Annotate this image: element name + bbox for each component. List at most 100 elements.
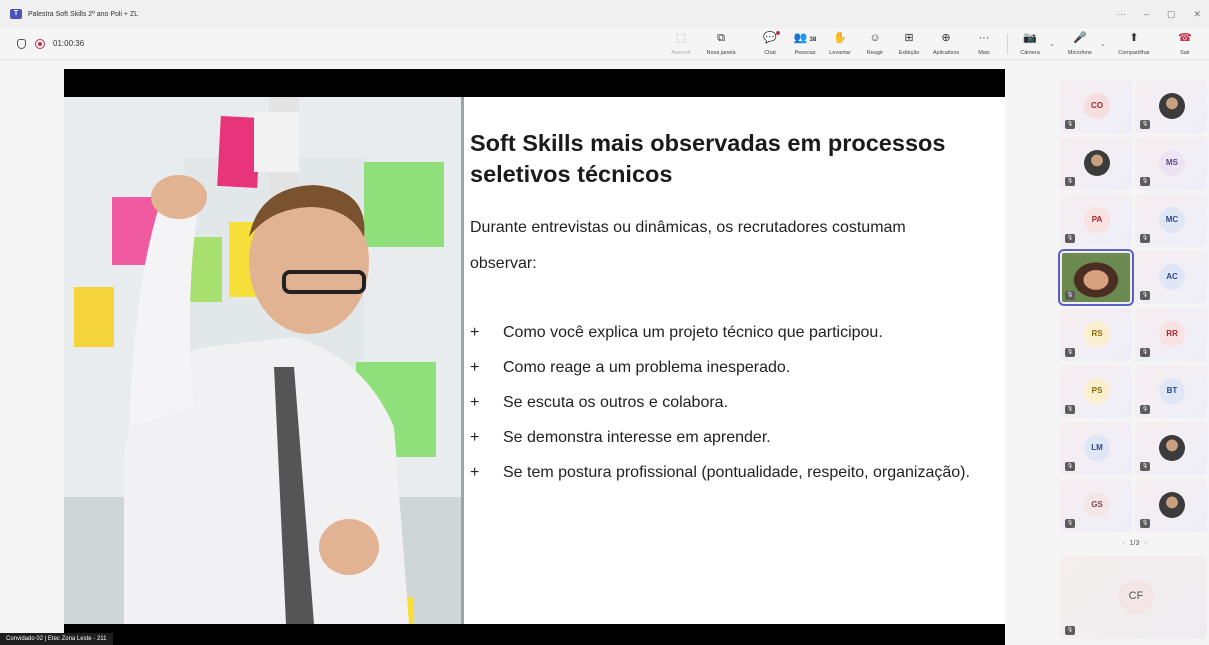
- slide-intro-text: Durante entrevistas ou dinâmicas, os rec…: [470, 219, 906, 272]
- aplicativos-button[interactable]: ⊕ Aplicativos: [926, 30, 966, 56]
- participant-count: 38: [809, 37, 817, 43]
- nova-janela-button[interactable]: ⧉ Nova janela: [701, 30, 741, 56]
- mic-off-icon: 🎙: [1065, 120, 1075, 129]
- leave-call-icon: ☎: [1178, 32, 1192, 44]
- participant-avatar: MC: [1159, 207, 1185, 233]
- participant-avatar: [1159, 435, 1185, 461]
- participant-tile[interactable]: CO 🎙: [1060, 80, 1132, 133]
- self-avatar: CF: [1118, 578, 1154, 614]
- pager-label: 1/3: [1129, 540, 1140, 547]
- participant-tile[interactable]: AC 🎙: [1135, 251, 1207, 304]
- pessoas-button[interactable]: 👥 38 Pessoas: [785, 30, 825, 56]
- close-icon[interactable]: ✕: [1193, 9, 1201, 20]
- sair-label: Sair: [1180, 50, 1190, 56]
- shared-slide: Soft Skills mais observadas em processos…: [64, 69, 1005, 645]
- participant-avatar: PS: [1084, 378, 1110, 404]
- chat-button[interactable]: 💬 Chat: [750, 30, 790, 56]
- people-glyph: 👥: [793, 32, 808, 44]
- mic-off-icon: 🎙: [1065, 234, 1075, 243]
- pager-prev-icon[interactable]: ‹: [1122, 540, 1124, 547]
- participant-avatar: PA: [1084, 207, 1110, 233]
- chat-unread-dot: [775, 31, 780, 35]
- mic-off-icon: 🎙: [1065, 348, 1075, 357]
- title-bar: T Palestra Soft Skills 2º ano Poli + ZL …: [0, 0, 1209, 28]
- participant-avatar: CO: [1084, 93, 1110, 119]
- bullet-text: Se demonstra interesse em aprender.: [503, 429, 771, 446]
- meeting-timer: 01:00:36: [53, 39, 85, 48]
- participant-tile[interactable]: MC 🎙: [1135, 194, 1207, 247]
- exibicao-label: Exibição: [898, 50, 920, 56]
- camera-options-chevron-icon[interactable]: ⌄: [1049, 40, 1055, 48]
- minimize-icon[interactable]: –: [1144, 9, 1149, 19]
- window-more-icon[interactable]: ···: [1117, 9, 1126, 19]
- mic-off-icon: 🎙: [1065, 291, 1075, 300]
- participant-tile[interactable]: 🎙: [1135, 422, 1207, 475]
- raise-hand-icon: ✋: [833, 32, 847, 44]
- bullet-plus-icon: +: [470, 429, 480, 446]
- sticky-notes-photo-illustration: [64, 97, 461, 624]
- participant-tile[interactable]: LM 🎙: [1060, 422, 1132, 475]
- participant-tile[interactable]: RS 🎙: [1060, 308, 1132, 361]
- mic-off-icon: 🎙: [1065, 405, 1075, 414]
- exibicao-button[interactable]: ⊞ Exibição: [889, 30, 929, 56]
- participant-tile[interactable]: PA 🎙: [1060, 194, 1132, 247]
- shield-icon[interactable]: [17, 39, 26, 49]
- chat-icon: 💬: [763, 30, 780, 46]
- teams-logo-icon: T: [10, 9, 22, 19]
- assumir-label: Assumir: [671, 50, 691, 56]
- meeting-toolbar: 01:00:36 ⬚ Assumir ⧉ Nova janela 💬 Chat …: [0, 28, 1209, 60]
- camera-button[interactable]: 📷 Câmera: [1010, 30, 1050, 56]
- participant-avatar: BT: [1159, 378, 1185, 404]
- mic-off-icon: 🎙: [1140, 120, 1150, 129]
- compartilhar-button[interactable]: ⬆ Compartilhar: [1114, 30, 1154, 56]
- participant-tile[interactable]: 🎙: [1135, 479, 1207, 532]
- participant-avatar: MS: [1159, 150, 1185, 176]
- toolbar-divider: [1007, 34, 1008, 54]
- maximize-icon[interactable]: ▢: [1167, 9, 1176, 20]
- slide-bullet: + Como reage a um problema inesperado.: [470, 350, 995, 385]
- mic-off-icon: 🎙: [1140, 234, 1150, 243]
- participant-tile[interactable]: MS 🎙: [1135, 137, 1207, 190]
- mic-off-icon: 🎙: [1140, 177, 1150, 186]
- sair-button[interactable]: ☎ Sair: [1165, 30, 1205, 56]
- mic-off-icon: 🎙: [1065, 177, 1075, 186]
- assumir-icon: ⬚: [675, 32, 687, 44]
- people-icon: 👥 38: [794, 30, 816, 46]
- self-view-tile[interactable]: CF 🎙: [1060, 556, 1207, 639]
- participant-tile[interactable]: 🎙: [1058, 249, 1134, 306]
- slide-bullet: + Como você explica um projeto técnico qu…: [470, 315, 995, 350]
- slide-title: Soft Skills mais observadas em processos…: [470, 130, 946, 187]
- bullet-plus-icon: +: [470, 464, 480, 481]
- participant-avatar: [1159, 93, 1185, 119]
- assumir-button[interactable]: ⬚ Assumir: [661, 30, 701, 56]
- bullet-plus-icon: +: [470, 359, 480, 376]
- react-icon: ☺: [869, 32, 881, 44]
- mic-options-chevron-icon[interactable]: ⌄: [1100, 40, 1106, 48]
- camera-label: Câmera: [1020, 50, 1040, 56]
- compartilhar-label: Compartilhar: [1118, 50, 1150, 56]
- participant-tile[interactable]: GS 🎙: [1060, 479, 1132, 532]
- window-controls: ··· – ▢ ✕: [1117, 0, 1201, 28]
- participant-avatar: GS: [1084, 492, 1110, 518]
- chat-glyph: 💬: [763, 32, 777, 44]
- mais-button[interactable]: ··· Mais: [964, 30, 1004, 56]
- mic-off-icon: 🎙: [1140, 348, 1150, 357]
- apps-icon: ⊕: [941, 32, 951, 44]
- participant-tile[interactable]: 🎙: [1060, 137, 1132, 190]
- participant-tile[interactable]: BT 🎙: [1135, 365, 1207, 418]
- participant-tile[interactable]: PS 🎙: [1060, 365, 1132, 418]
- pager-next-icon[interactable]: ›: [1144, 540, 1146, 547]
- participant-tile[interactable]: RR 🎙: [1135, 308, 1207, 361]
- microfone-button[interactable]: 🎤 Microfone: [1060, 30, 1100, 56]
- participant-tile[interactable]: 🎙: [1135, 80, 1207, 133]
- levantar-button[interactable]: ✋ Levantar: [820, 30, 860, 56]
- window-title: Palestra Soft Skills 2º ano Poli + ZL: [28, 10, 139, 18]
- recording-icon: [35, 39, 45, 49]
- aplicativos-label: Aplicativos: [932, 50, 960, 56]
- slide-bullet-list: + Como você explica um projeto técnico qu…: [470, 315, 995, 490]
- slide-bullet: + Se escuta os outros e colabora.: [470, 385, 995, 420]
- self-mic-off-icon: 🎙: [1065, 626, 1075, 635]
- bullet-text: Se tem postura profissional (pontualidad…: [503, 464, 970, 481]
- camera-off-icon: 📷: [1023, 32, 1037, 44]
- bullet-text: Como você explica um projeto técnico que…: [503, 324, 883, 341]
